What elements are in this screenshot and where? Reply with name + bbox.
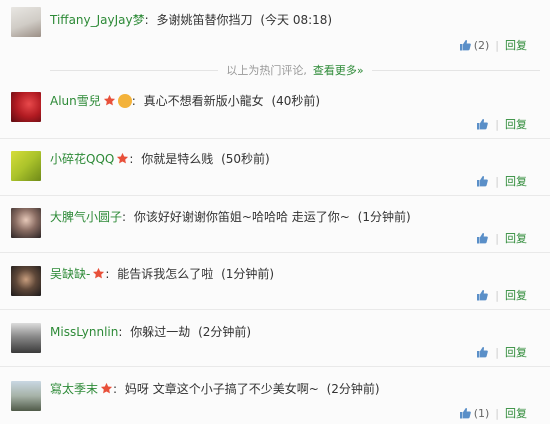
comment-username[interactable]: 寫太季末 [50,382,98,396]
colon: : [131,94,136,108]
comment-username[interactable]: 大脾气小圆子 [50,210,122,224]
thumbs-up-icon[interactable] [475,345,489,359]
comment-item: 吴缺缺-: 能告诉我怎么了啦 (1分钟前) | 回复 [0,253,550,310]
like-count: (1) [473,406,490,420]
comment-username[interactable]: MissLynnlin [50,325,118,339]
colon: : [105,267,110,281]
avatar[interactable] [11,92,41,122]
comment-actions: (2) | 回复 [458,37,527,53]
comment-text: 你就是特么贱 [141,152,214,166]
avatar[interactable] [11,323,41,353]
reply-link[interactable]: 回复 [505,116,527,132]
comment-username[interactable]: 小碎花QQQ [50,152,114,166]
comment-time: (50秒前) [221,152,270,166]
star-icon [93,267,105,279]
comment-text: 你该好好谢谢你笛姐~哈哈哈 走运了你~ [133,210,350,224]
thumbs-up-icon[interactable] [475,231,489,245]
comment-actions: | 回复 [475,344,527,360]
comment-text: 妈呀 文章这个小子搞了不少美女啊~ [124,382,319,396]
thumbs-up-icon[interactable] [458,38,472,52]
comment-text: 你躲过一劫 [130,325,191,339]
comment-actions: | 回复 [475,287,527,303]
avatar[interactable] [11,208,41,238]
reply-link[interactable]: 回复 [505,230,527,246]
avatar[interactable] [11,151,41,181]
reply-link[interactable]: 回复 [505,344,527,360]
thumbs-up-icon[interactable] [475,288,489,302]
divider-rule [50,69,219,71]
comment-username[interactable]: Alun雪兒 [50,94,101,108]
colon: : [122,210,127,224]
comment-username[interactable]: 吴缺缺- [50,267,90,281]
hot-comments-divider: 以上为热门评论, 查看更多» [50,62,541,78]
thumbs-up-icon[interactable] [475,174,489,188]
comment-time: (40秒前) [271,94,321,108]
comment-text: 真心不想看新版小龍女 [143,94,264,108]
divider-label: 以上为热门评论, [226,64,307,77]
divider-text-group: 以上为热门评论, 查看更多» [218,62,371,78]
comment-text: 多谢姚笛替你挡刀 [156,13,253,27]
comment-time: (2分钟前) [198,325,252,339]
separator: | [495,231,499,245]
reply-link[interactable]: 回复 [505,287,527,303]
comment-actions: | 回复 [475,116,527,132]
reply-link[interactable]: 回复 [505,173,527,189]
emoji-face-icon [117,94,132,108]
hot-comment: Tiffany_JayJay梦: 多谢姚笛替你挡刀 (今天 08:18) (2)… [0,0,550,57]
thumbs-up-icon[interactable] [458,406,472,420]
separator: | [495,117,499,131]
like-count: (2) [473,38,490,52]
reply-link[interactable]: 回复 [505,37,527,53]
separator: | [495,406,499,420]
separator: | [495,288,499,302]
separator: | [495,38,499,52]
comment-time: (今天 08:18) [260,13,333,27]
comment-item: 大脾气小圆子: 你该好好谢谢你笛姐~哈哈哈 走运了你~ (1分钟前) | 回复 [0,196,550,253]
view-more-link[interactable]: 查看更多» [313,64,364,77]
reply-link[interactable]: 回复 [505,405,527,421]
avatar[interactable] [11,381,41,411]
star-icon [103,94,115,106]
avatar[interactable] [11,7,41,37]
comment-item: 小碎花QQQ: 你就是特么贱 (50秒前) | 回复 [0,139,550,196]
separator: | [495,174,499,188]
divider-rule [371,69,541,71]
avatar[interactable] [11,266,41,296]
comment-actions: | 回复 [475,173,527,189]
comment-time: (1分钟前) [221,267,275,281]
comment-time: (1分钟前) [357,210,411,224]
colon: : [144,13,149,27]
colon: : [113,382,118,396]
separator: | [495,345,499,359]
comment-item: 寫太季末: 妈呀 文章这个小子搞了不少美女啊~ (2分钟前) (1) | 回复 [0,367,550,424]
comment-username[interactable]: Tiffany_JayJay梦 [50,13,145,27]
thumbs-up-icon[interactable] [475,117,489,131]
comment-actions: | 回复 [475,230,527,246]
colon: : [118,325,123,339]
colon: : [129,152,134,166]
comment-time: (2分钟前) [326,382,380,396]
comment-text: 能告诉我怎么了啦 [117,267,214,281]
star-icon [117,152,129,164]
comment-item: Alun雪兒: 真心不想看新版小龍女 (40秒前) | 回复 [0,82,550,139]
comment-item: MissLynnlin: 你躲过一劫 (2分钟前) | 回复 [0,310,550,367]
comment-actions: (1) | 回复 [458,405,527,421]
star-icon [100,382,113,394]
